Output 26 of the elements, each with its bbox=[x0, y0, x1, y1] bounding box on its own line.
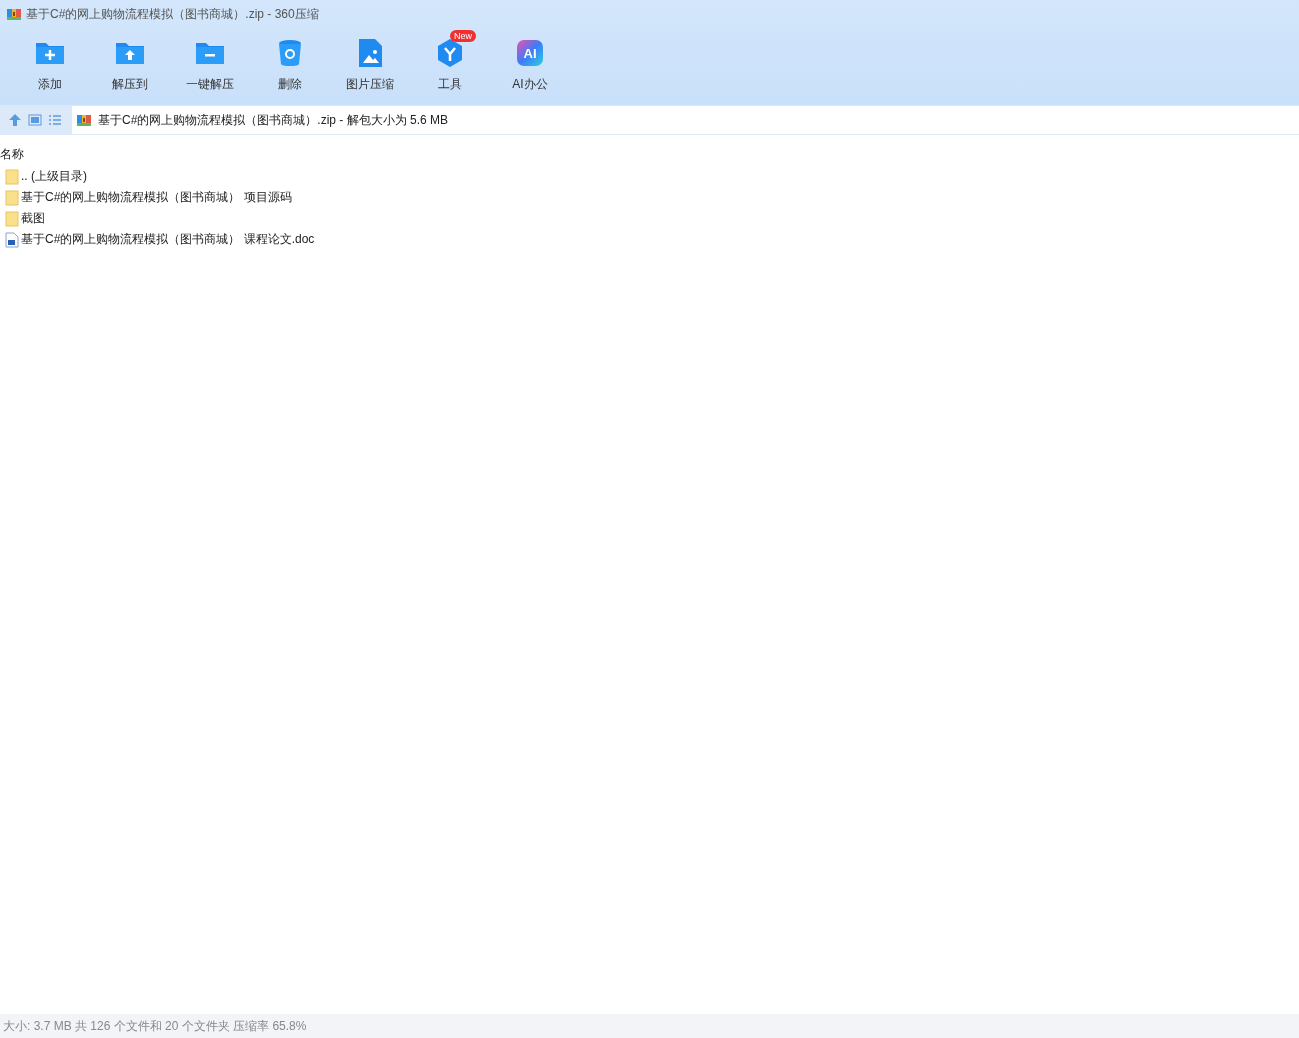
folder-icon bbox=[5, 168, 19, 185]
file-name[interactable]: 基于C#的网上购物流程模拟（图书商城） 课程论文.doc bbox=[21, 231, 315, 248]
file-name[interactable]: 基于C#的网上购物流程模拟（图书商城） 项目源码 bbox=[21, 189, 292, 206]
folder-icon bbox=[5, 189, 19, 206]
list-view-icon[interactable] bbox=[48, 114, 62, 126]
toolbar-button[interactable]: AI AI办公 bbox=[490, 34, 570, 95]
archive-icon bbox=[76, 112, 92, 128]
toolbar-button[interactable]: 一键解压 bbox=[170, 34, 250, 95]
ai-icon: AI bbox=[517, 40, 543, 66]
folder-icon bbox=[5, 210, 19, 227]
toolbar-button[interactable]: 解压到 bbox=[90, 34, 170, 95]
status-bar: 大小: 3.7 MB 共 126 个文件和 20 个文件夹 压缩率 65.8% bbox=[0, 1014, 1299, 1038]
column-header[interactable]: 名称 bbox=[0, 145, 24, 163]
thumbnail-view-icon[interactable] bbox=[28, 114, 42, 126]
toolbar-button[interactable]: 图片压缩 bbox=[330, 34, 410, 95]
word-document-icon bbox=[5, 231, 19, 248]
up-arrow-icon[interactable] bbox=[8, 113, 22, 127]
address-field[interactable]: 基于C#的网上购物流程模拟（图书商城）.zip - 解包大小为 5.6 MB bbox=[72, 106, 1299, 134]
file-name[interactable]: .. (上级目录) bbox=[21, 168, 87, 185]
file-name[interactable]: 截图 bbox=[21, 210, 45, 227]
toolbar-button[interactable]: 添加 bbox=[10, 34, 90, 95]
address-input[interactable]: 基于C#的网上购物流程模拟（图书商城）.zip - 解包大小为 5.6 MB bbox=[96, 112, 1299, 128]
new-badge: New bbox=[450, 30, 476, 42]
toolbar-button[interactable]: 删除 bbox=[250, 34, 330, 95]
archive-icon bbox=[6, 6, 22, 22]
window-title: 基于C#的网上购物流程模拟（图书商城）.zip - 360压缩 bbox=[26, 5, 319, 23]
